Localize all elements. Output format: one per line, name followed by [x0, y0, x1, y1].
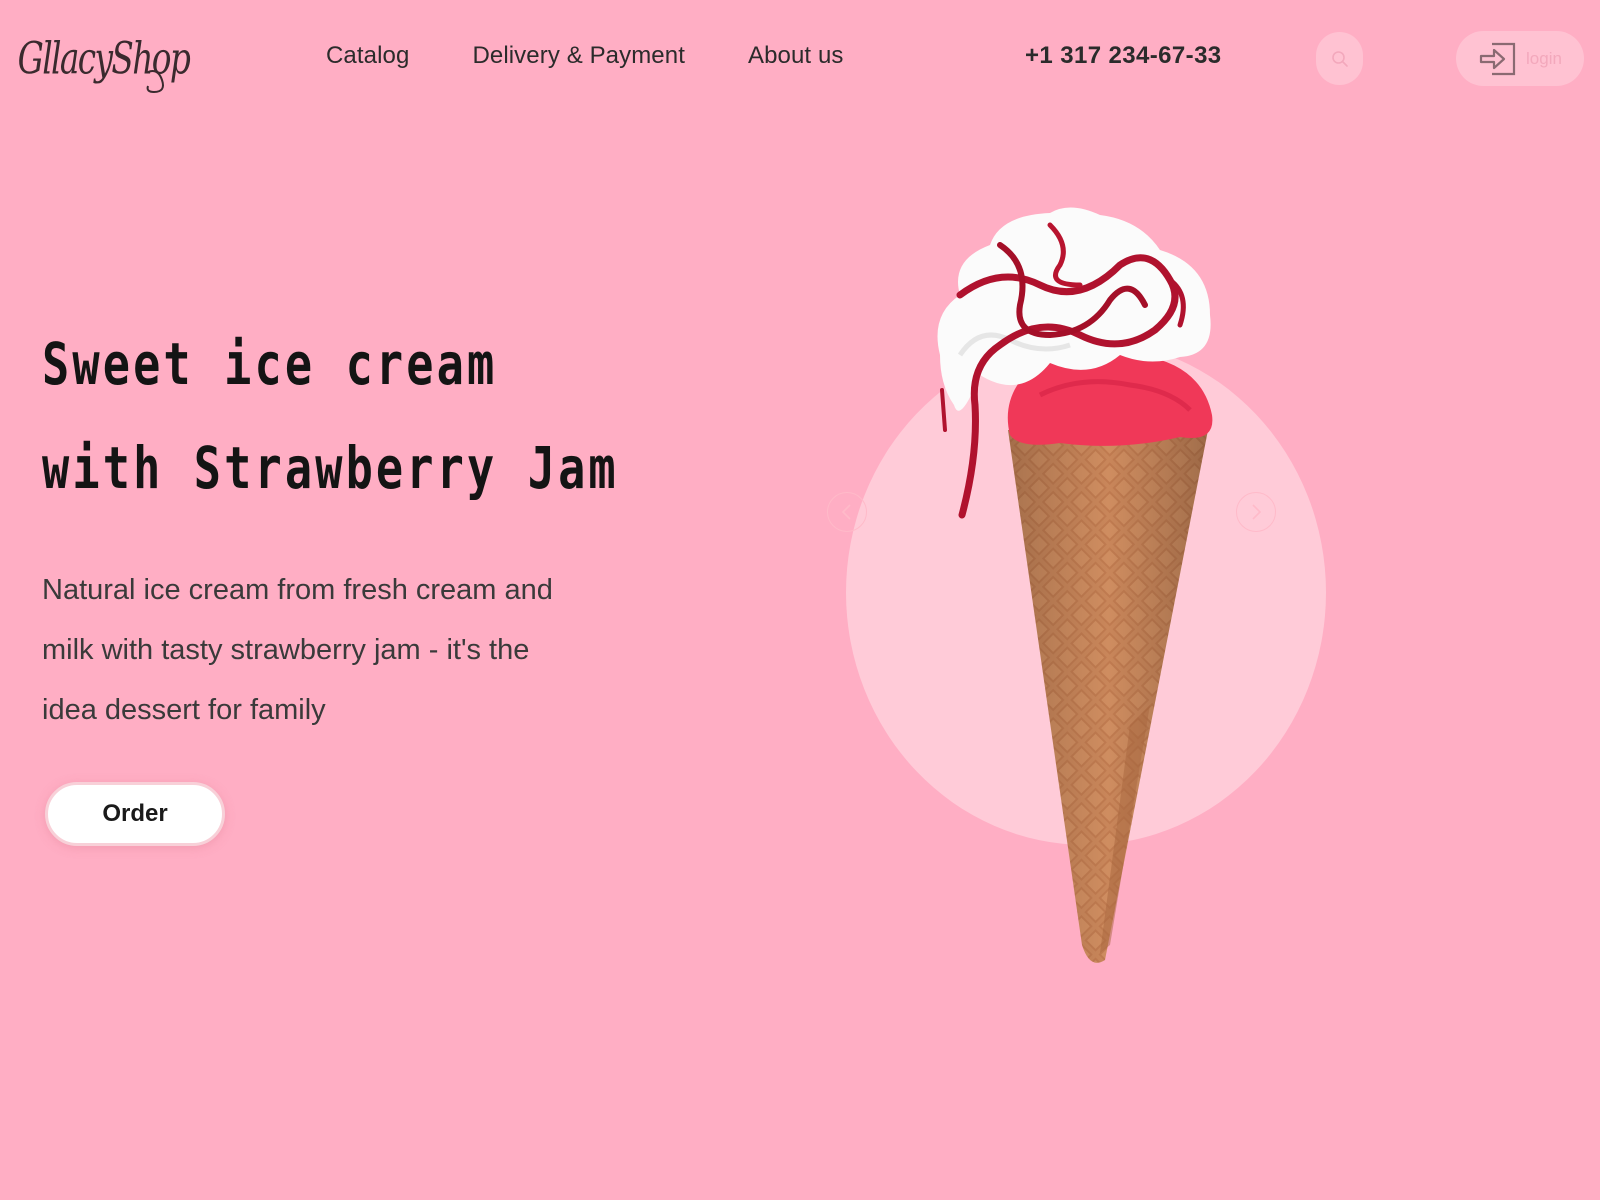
order-button[interactable]: Order — [45, 782, 225, 846]
main-nav: Catalog Delivery & Payment About us — [326, 42, 844, 70]
nav-delivery-payment[interactable]: Delivery & Payment — [472, 42, 685, 70]
login-button[interactable]: login — [1456, 31, 1584, 86]
logo-script: GllacyShop — [18, 34, 192, 94]
hero-desc-line-3: idea dessert for family — [42, 694, 326, 726]
search-button[interactable] — [1316, 32, 1363, 85]
hero-desc-line-2: milk with tasty strawberry jam - it's th… — [42, 634, 530, 666]
hero-description: Natural ice cream from fresh cream and m… — [42, 560, 602, 740]
ice-cream-cone-image — [937, 205, 1240, 975]
hero-title-line-1: Sweet ice cream — [42, 330, 498, 398]
hero-title-line-2: with Strawberry Jam — [42, 434, 619, 502]
svg-text:GllacyShop: GllacyShop — [18, 34, 190, 85]
nav-about-us[interactable]: About us — [748, 42, 844, 70]
hero-title: Sweet ice cream with Strawberry Jam — [42, 312, 619, 520]
phone-number[interactable]: +1 317 234-67-33 — [1025, 42, 1222, 70]
slider-next-button[interactable] — [1236, 492, 1276, 532]
hero-desc-line-1: Natural ice cream from fresh cream and — [42, 574, 553, 606]
nav-catalog[interactable]: Catalog — [326, 42, 409, 70]
search-icon — [1331, 50, 1348, 67]
chevron-left-icon — [841, 504, 851, 520]
logo[interactable]: GllacyShop — [16, 14, 192, 94]
login-label: login — [1526, 48, 1562, 68]
login-arrow-icon — [1479, 42, 1516, 75]
chevron-right-icon — [1252, 504, 1262, 520]
slider-prev-button[interactable] — [827, 492, 867, 532]
